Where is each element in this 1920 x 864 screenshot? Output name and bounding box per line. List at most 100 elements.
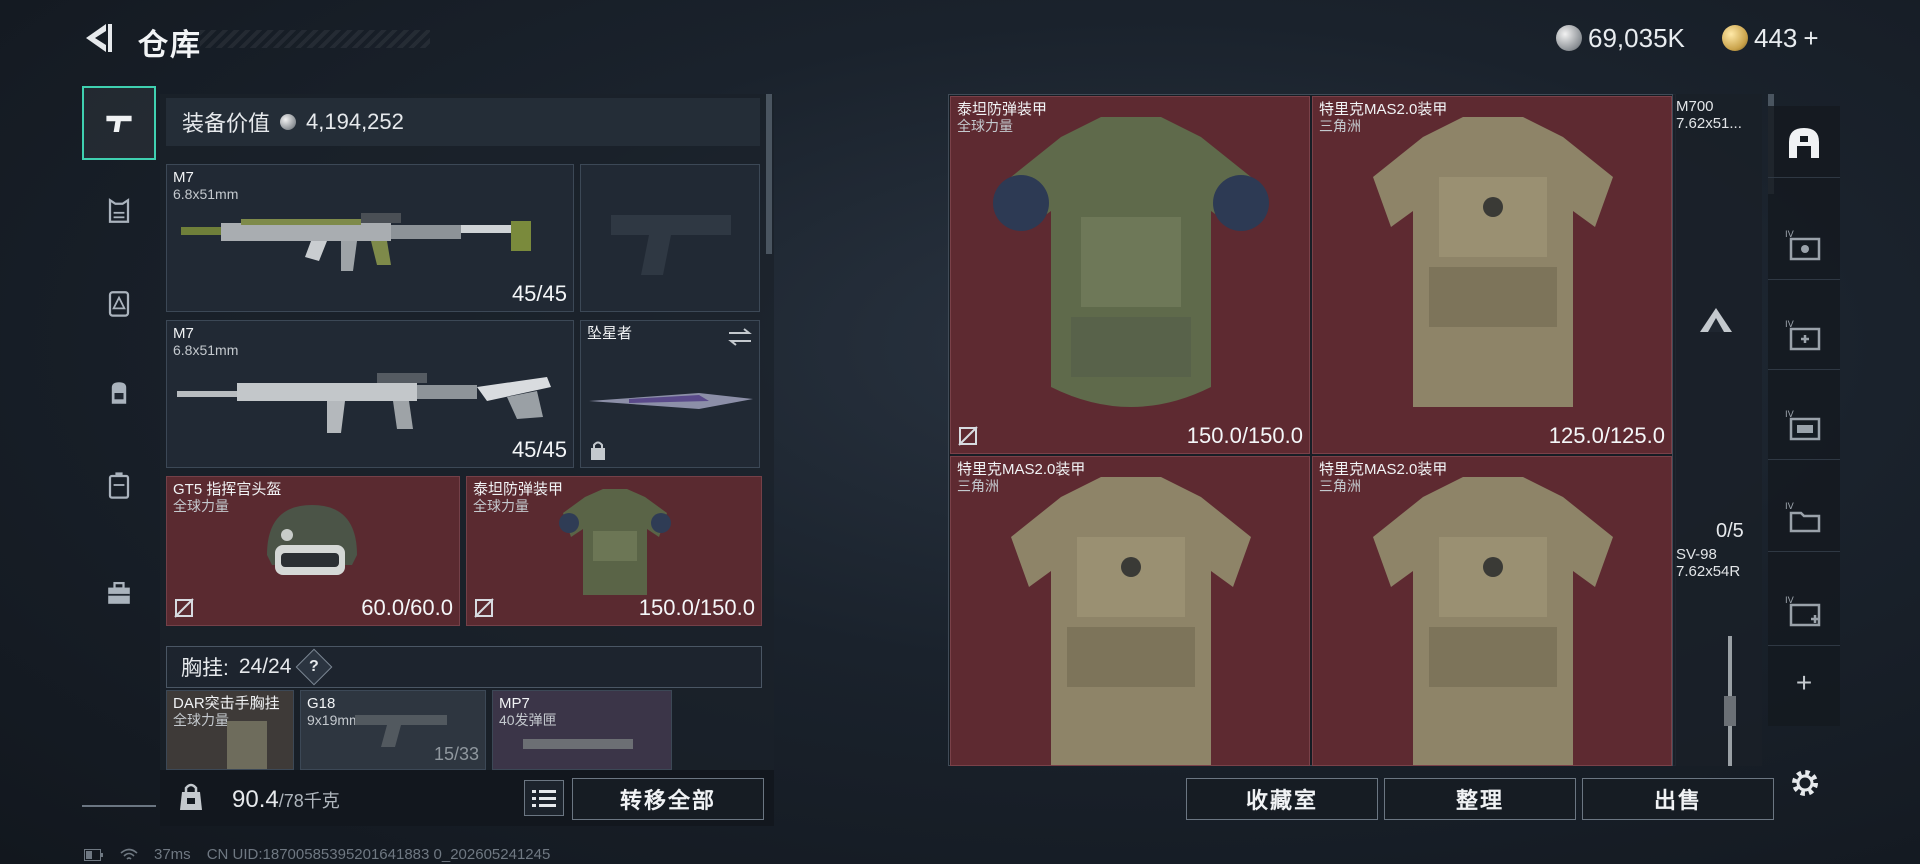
silver-currency: 69,035K <box>1556 20 1685 56</box>
sort-button[interactable]: 整理 <box>1384 778 1576 820</box>
chest-rig-item[interactable]: G18 9x19mm 15/33 <box>300 690 486 770</box>
equipment-value: 装备价值 4,194,252 <box>166 98 760 146</box>
list-view-button[interactable] <box>524 780 564 816</box>
nav-vest[interactable] <box>82 266 156 340</box>
helmet-durability: 60.0/60.0 <box>361 595 453 620</box>
storage-item[interactable]: 特里克MAS2.0装甲 三角洲 125.0/125.0 <box>1312 96 1672 454</box>
add-storage-button[interactable]: + <box>1768 648 1840 718</box>
tab-storage-1[interactable]: IV <box>1768 210 1840 280</box>
tab-storage-4[interactable]: IV <box>1768 482 1840 552</box>
weapon-ammo: 45/45 <box>511 437 567 462</box>
wifi-icon <box>120 848 138 860</box>
side-item-sv98[interactable]: SV-98 7.62x54R <box>1676 546 1740 580</box>
gold-currency[interactable]: 443 + <box>1722 20 1819 56</box>
storage-box-icon: IV <box>1785 230 1821 260</box>
delta-faction-icon <box>1700 308 1732 332</box>
knife-image <box>589 393 753 409</box>
gold-amount: 443 <box>1754 22 1798 53</box>
silver-coin-icon <box>280 114 297 130</box>
toolbox-icon <box>108 581 130 604</box>
primary-weapon-slot-2[interactable]: M7 6.8x51mm 45/45 <box>166 320 574 468</box>
nav-backpack[interactable] <box>82 356 156 430</box>
weight-max: /78千克 <box>278 791 340 811</box>
equip-value-amount: 4,194,252 <box>306 109 404 134</box>
side-item-m700[interactable]: M700 7.62x51... <box>1676 98 1742 132</box>
category-nav <box>82 86 156 806</box>
chest-rig-item[interactable]: DAR突击手胸挂 全球力量 <box>166 690 294 770</box>
chest-rig-image <box>227 721 267 769</box>
nav-armor[interactable] <box>82 174 156 248</box>
carry-weight: 90.4/78千克 <box>232 786 340 814</box>
rifle-image <box>177 373 551 433</box>
back-button[interactable] <box>78 18 118 58</box>
sidearm-slot[interactable] <box>580 164 760 312</box>
transfer-all-button[interactable]: 转移全部 <box>572 778 764 820</box>
storage-item[interactable]: 泰坦防弹装甲 全球力量 150.0/150.0 <box>950 96 1310 454</box>
loadout-scrollbar[interactable] <box>766 94 772 254</box>
rifle-image <box>181 213 531 271</box>
chest-rig-capacity: 24/24 <box>238 655 292 678</box>
side-count: 0/5 <box>1716 520 1744 542</box>
stash-home-icon <box>1789 127 1819 158</box>
help-icon[interactable]: ? <box>296 648 333 686</box>
side-item-name: M700 <box>1676 98 1714 115</box>
nav-toolbox[interactable] <box>82 556 156 630</box>
title-decoration <box>200 30 430 48</box>
armor-icon <box>108 198 130 223</box>
chest-item-sub: 40发弹匣 <box>499 712 557 728</box>
tab-storage-2[interactable]: IV <box>1768 300 1840 370</box>
chest-rig-item[interactable]: MP7 40发弹匣 <box>492 690 672 770</box>
storage-tabs: IV IV IV IV IV + <box>1768 106 1840 726</box>
mas-armor-image <box>1011 477 1251 765</box>
mas-armor-image <box>1373 477 1613 765</box>
chest-rig-header: 胸挂: 24/24 ? <box>166 646 762 688</box>
nav-container[interactable] <box>82 448 156 522</box>
tab-home[interactable] <box>1768 106 1840 178</box>
primary-weapon-slot-1[interactable]: M7 6.8x51mm 45/45 <box>166 164 574 312</box>
side-item-sub: 7.62x54R <box>1676 563 1741 580</box>
no-insure-icon <box>174 598 194 618</box>
tab-storage-5[interactable]: IV <box>1768 576 1840 646</box>
lock-icon <box>591 441 605 460</box>
supply-box-icon: IV <box>1785 596 1821 626</box>
chest-rig-icon <box>108 291 130 317</box>
nav-underline <box>82 805 156 807</box>
swap-icon[interactable] <box>727 327 753 347</box>
no-insure-icon <box>958 426 978 446</box>
mas-armor-image <box>1373 117 1613 407</box>
sell-button[interactable]: 出售 <box>1582 778 1774 820</box>
pistol-icon <box>106 115 132 132</box>
weight-current: 90.4 <box>232 786 279 813</box>
titan-armor-image <box>993 117 1269 407</box>
storage-item[interactable]: 特里克MAS2.0装甲 三角洲 <box>950 456 1310 766</box>
chest-rig-label: 胸挂: <box>181 657 229 680</box>
armor-image <box>559 489 671 595</box>
weapon-caliber: 6.8x51mm <box>173 342 239 358</box>
pistol-image <box>355 715 447 747</box>
nav-weapons[interactable] <box>82 86 156 160</box>
backpack-icon <box>111 382 127 404</box>
ping-value: 37ms <box>154 846 191 863</box>
settings-gear-icon[interactable] <box>1788 766 1822 800</box>
magazine-image <box>523 739 633 749</box>
tab-storage-3[interactable]: IV <box>1768 390 1840 460</box>
armor-slot[interactable]: 泰坦防弹装甲 全球力量 150.0/150.0 <box>466 476 762 626</box>
armor-durability: 150.0/150.0 <box>638 595 755 620</box>
sniper-rifle-image <box>1724 636 1736 766</box>
collection-room-button[interactable]: 收藏室 <box>1186 778 1378 820</box>
add-gold-button[interactable]: + <box>1803 23 1818 54</box>
weight-bag-icon <box>180 783 202 810</box>
status-bar: 37ms CN UID:18700585395201641883 0_20260… <box>84 846 550 863</box>
storage-side-column <box>1672 94 1762 766</box>
ammo-box-icon: IV <box>1785 410 1821 440</box>
list-icon <box>532 790 556 807</box>
weapon-name: M7 <box>173 169 194 186</box>
storage-item[interactable]: 特里克MAS2.0装甲 三角洲 <box>1312 456 1672 766</box>
item-durability: 150.0/150.0 <box>1186 423 1303 448</box>
weapon-ammo: 45/45 <box>511 281 567 306</box>
armor-faction: 全球力量 <box>473 498 529 514</box>
melee-slot[interactable]: 坠星者 <box>580 320 760 468</box>
side-item-name: SV-98 <box>1676 546 1717 563</box>
armor-name: 泰坦防弹装甲 <box>473 481 564 498</box>
helmet-slot[interactable]: GT5 指挥官头盔 全球力量 60.0/60.0 <box>166 476 460 626</box>
